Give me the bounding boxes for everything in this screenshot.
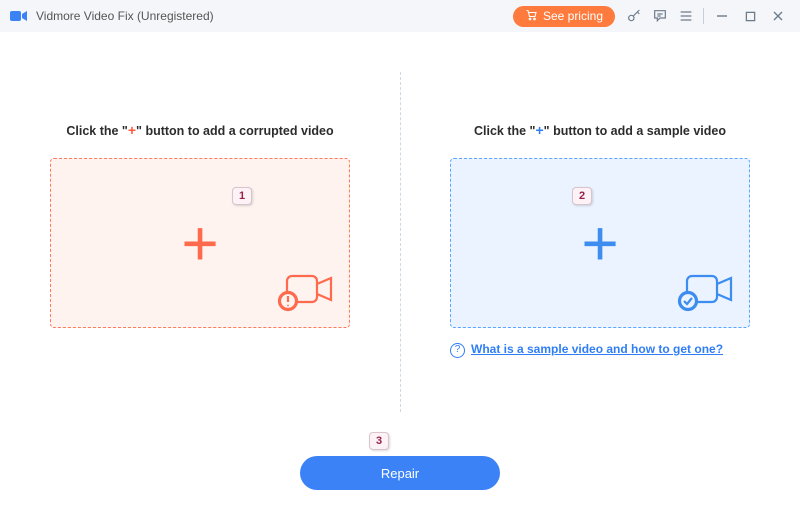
feedback-icon[interactable] xyxy=(647,3,673,29)
callout-2: 2 xyxy=(572,187,592,205)
close-button[interactable] xyxy=(764,3,792,29)
repair-button[interactable]: Repair xyxy=(300,456,500,490)
sample-video-label: Click the "+" button to add a sample vid… xyxy=(450,122,750,138)
add-sample-video-dropzone[interactable]: + xyxy=(450,158,750,328)
cart-icon xyxy=(525,9,538,24)
app-title: Vidmore Video Fix (Unregistered) xyxy=(36,9,214,23)
callout-3: 3 xyxy=(369,432,389,450)
maximize-button[interactable] xyxy=(736,3,764,29)
see-pricing-label: See pricing xyxy=(543,9,603,23)
callout-1: 1 xyxy=(232,187,252,205)
add-corrupted-video-dropzone[interactable]: + xyxy=(50,158,350,328)
titlebar-separator xyxy=(703,8,704,24)
plus-glyph-orange: + xyxy=(128,122,136,138)
sample-video-pane: Click the "+" button to add a sample vid… xyxy=(400,122,800,358)
plus-icon: + xyxy=(581,211,618,275)
main-content: Click the "+" button to add a corrupted … xyxy=(0,32,800,512)
app-logo-icon xyxy=(10,9,28,23)
corrupted-video-label: Click the "+" button to add a corrupted … xyxy=(50,122,350,138)
key-icon[interactable] xyxy=(621,3,647,29)
titlebar: Vidmore Video Fix (Unregistered) See pri… xyxy=(0,0,800,32)
repair-button-label: Repair xyxy=(381,466,419,481)
help-icon: ? xyxy=(450,343,465,358)
plus-icon: + xyxy=(181,211,218,275)
minimize-button[interactable] xyxy=(708,3,736,29)
sample-video-help-link[interactable]: What is a sample video and how to get on… xyxy=(471,342,723,356)
corrupted-video-pane: Click the "+" button to add a corrupted … xyxy=(0,122,400,328)
menu-icon[interactable] xyxy=(673,3,699,29)
sample-camera-icon xyxy=(677,270,735,317)
see-pricing-button[interactable]: See pricing xyxy=(513,6,615,27)
plus-glyph-blue: + xyxy=(535,122,543,138)
corrupted-camera-icon xyxy=(277,270,335,317)
sample-video-help: ? What is a sample video and how to get … xyxy=(450,342,750,358)
